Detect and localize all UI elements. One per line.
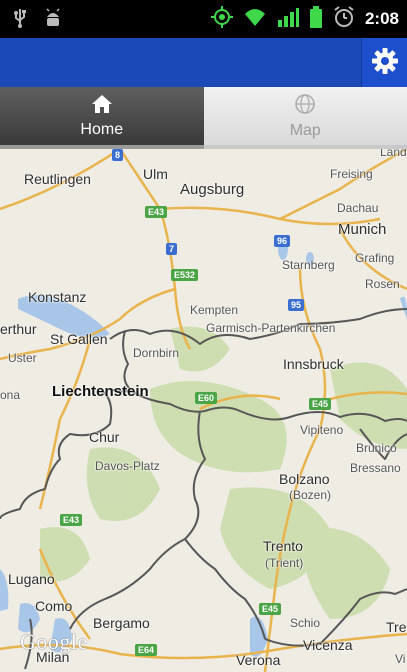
tab-home[interactable]: Home bbox=[0, 87, 204, 149]
map-label: Dachau bbox=[337, 201, 379, 215]
road-shield: 8 bbox=[112, 149, 124, 161]
tab-home-label: Home bbox=[80, 120, 124, 138]
android-debug-icon bbox=[44, 8, 62, 32]
road-shield: 96 bbox=[274, 235, 291, 247]
map-view[interactable]: 8 E43 7 E532 96 95 E60 E45 E43 E45 E64 R… bbox=[0, 149, 407, 672]
map-label: Bolzano bbox=[279, 471, 330, 487]
map-label: Kempten bbox=[190, 303, 239, 317]
map-label: erthur bbox=[0, 321, 37, 337]
map-label: Dornbirn bbox=[133, 346, 180, 360]
battery-icon bbox=[309, 6, 323, 32]
map-label: St Gallen bbox=[50, 331, 108, 347]
status-time: 2:08 bbox=[364, 9, 399, 28]
map-label: Innsbruck bbox=[283, 356, 344, 372]
tab-bar: Home Map bbox=[0, 87, 407, 149]
gps-icon bbox=[210, 6, 233, 32]
map-label: Lands bbox=[380, 149, 407, 159]
road-shield: E43 bbox=[60, 514, 83, 526]
map-label: Freising bbox=[330, 167, 373, 181]
map-label: Bressano bbox=[350, 461, 401, 475]
road-shield: 7 bbox=[166, 243, 178, 255]
map-label: Davos-Platz bbox=[95, 459, 160, 473]
status-bar: 2:08 bbox=[0, 0, 407, 38]
map-label: Rosen bbox=[365, 277, 400, 291]
map-label: Vi bbox=[395, 652, 406, 666]
road-shield: E532 bbox=[171, 269, 199, 281]
map-label: (Trient) bbox=[265, 556, 304, 570]
map-label: Schio bbox=[290, 616, 321, 630]
map-label: Starnberg bbox=[282, 258, 335, 272]
gear-icon bbox=[371, 47, 399, 79]
tab-map[interactable]: Map bbox=[203, 87, 407, 149]
tab-map-label: Map bbox=[289, 121, 321, 139]
map-label: (Bozen) bbox=[289, 488, 332, 502]
map-label: Chur bbox=[89, 429, 120, 445]
home-icon bbox=[91, 94, 113, 118]
settings-button[interactable] bbox=[361, 38, 407, 87]
map-label: Vicenza bbox=[303, 637, 353, 653]
map-label: Grafing bbox=[355, 251, 395, 265]
map-label: Tre bbox=[386, 619, 407, 635]
map-label: Lugano bbox=[8, 571, 55, 587]
map-globe-icon bbox=[294, 93, 316, 119]
map-label: Bergamo bbox=[93, 615, 150, 631]
map-label: Ulm bbox=[143, 166, 168, 182]
usb-icon bbox=[12, 8, 28, 32]
road-shield: E60 bbox=[195, 392, 218, 404]
signal-icon bbox=[277, 6, 299, 32]
map-label: Konstanz bbox=[28, 289, 87, 305]
map-label: Brunico bbox=[356, 441, 397, 455]
road-shield: E45 bbox=[309, 398, 332, 410]
map-label: Trento bbox=[263, 538, 303, 554]
action-bar bbox=[0, 38, 407, 87]
road-shield: E45 bbox=[259, 603, 282, 615]
map-label: Como bbox=[35, 598, 73, 614]
road-shield: E64 bbox=[135, 644, 158, 656]
road-shield: 95 bbox=[288, 299, 305, 311]
alarm-icon bbox=[333, 6, 355, 32]
map-label: Uster bbox=[8, 351, 37, 365]
google-logo: Google bbox=[20, 629, 88, 654]
map-label: Munich bbox=[338, 221, 387, 238]
map-label: Augsburg bbox=[180, 181, 245, 198]
road-shield: E43 bbox=[145, 206, 168, 218]
map-label: Vipiteno bbox=[300, 423, 344, 437]
map-label: Liechtenstein bbox=[52, 383, 149, 400]
map-label: ona bbox=[0, 388, 21, 402]
map-label: Reutlingen bbox=[24, 171, 91, 187]
wifi-icon bbox=[243, 6, 267, 32]
map-label: Verona bbox=[236, 652, 281, 668]
map-label: Garmisch-Partenkirchen bbox=[206, 321, 336, 335]
